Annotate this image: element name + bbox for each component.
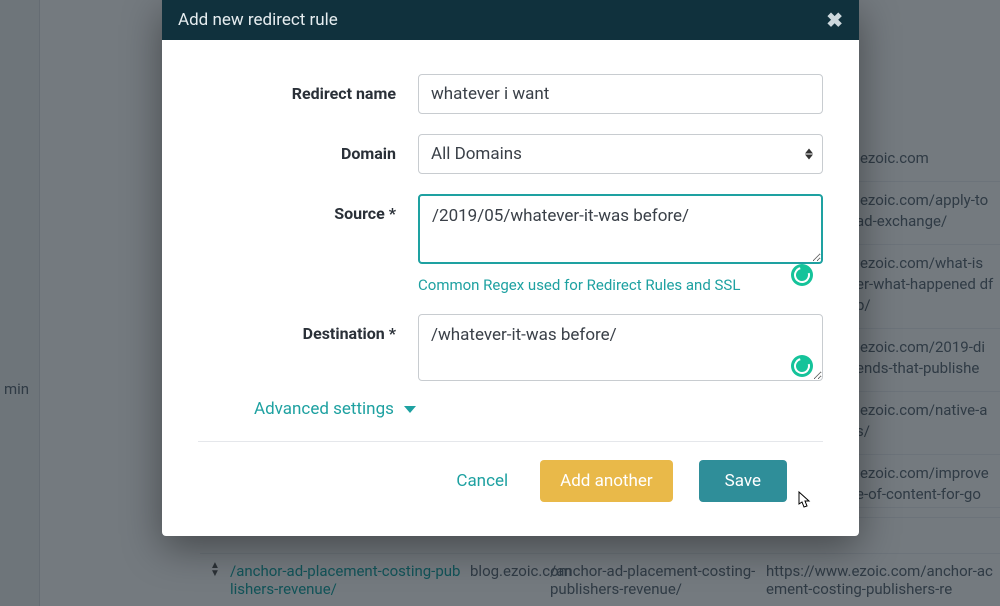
- cancel-button[interactable]: Cancel: [450, 460, 514, 502]
- redirect-name-input[interactable]: [418, 74, 823, 114]
- domain-select[interactable]: All Domains: [418, 134, 823, 174]
- modal-body: Redirect name Domain All Domains Source …: [162, 40, 859, 536]
- field-destination: Destination *: [198, 314, 823, 386]
- label-redirect-name: Redirect name: [198, 74, 418, 103]
- advanced-section: Advanced settings: [198, 395, 823, 433]
- close-icon[interactable]: ✖: [826, 10, 843, 30]
- regex-help-link[interactable]: Common Regex used for Redirect Rules and…: [418, 276, 823, 294]
- modal-title: Add new redirect rule: [178, 10, 338, 30]
- field-redirect-name: Redirect name: [198, 74, 823, 114]
- advanced-label: Advanced settings: [254, 399, 394, 419]
- source-input[interactable]: [418, 194, 823, 264]
- modal-footer: Cancel Add another Save: [198, 441, 823, 526]
- label-domain: Domain: [198, 134, 418, 163]
- chevron-down-icon: [404, 406, 416, 413]
- add-another-button[interactable]: Add another: [540, 460, 673, 502]
- save-button[interactable]: Save: [699, 460, 787, 502]
- field-source: Source * Common Regex used for Redirect …: [198, 194, 823, 294]
- advanced-settings-toggle[interactable]: Advanced settings: [254, 399, 416, 419]
- redirect-modal: Add new redirect rule ✖ Redirect name Do…: [162, 0, 859, 536]
- label-source: Source *: [198, 194, 418, 223]
- destination-input[interactable]: [418, 314, 823, 382]
- field-domain: Domain All Domains: [198, 134, 823, 174]
- label-destination: Destination *: [198, 314, 418, 343]
- modal-header: Add new redirect rule ✖: [162, 0, 859, 40]
